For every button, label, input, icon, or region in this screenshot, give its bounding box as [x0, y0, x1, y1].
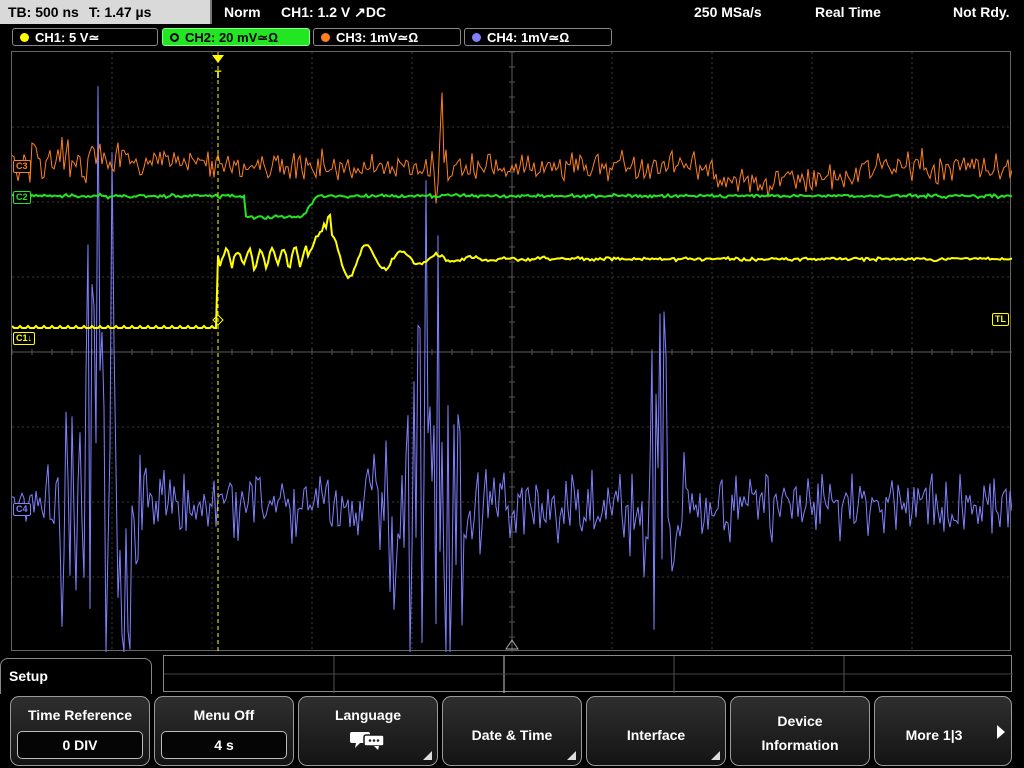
timebase-value: TB: 500 ns — [8, 4, 79, 20]
trigger-position-label: T — [215, 69, 222, 81]
arrow-right-icon — [997, 725, 1005, 739]
channel-1-marker[interactable]: C1↓ — [13, 332, 36, 345]
speech-bubbles-icon — [350, 732, 385, 750]
waveform-canvas: T — [12, 52, 1012, 652]
device-information-label: Device — [777, 713, 823, 729]
channel-1-dot-icon — [20, 33, 29, 42]
device-information-label-2: Information — [761, 737, 839, 753]
trigger-mode[interactable]: Norm — [224, 0, 261, 24]
time-reference-value[interactable]: 0 DIV — [17, 731, 143, 759]
channel-bar: CH1: 5 V≃ CH2: 20 mV≃Ω CH3: 1mV≃Ω CH4: 1… — [0, 26, 1024, 48]
date-time-softkey[interactable]: Date & Time — [442, 696, 582, 766]
channel-2-dot-icon — [170, 33, 179, 42]
horizontal-scale-strip — [163, 655, 1013, 693]
more-softkey[interactable]: More 1|3 — [874, 696, 1012, 766]
time-reference-label: Time Reference — [27, 707, 132, 723]
sample-rate: 250 MSa/s — [694, 4, 762, 20]
timebase-box[interactable]: TB: 500 ns T: 1.47 µs — [0, 0, 212, 24]
submenu-corner-icon — [423, 751, 432, 760]
channel-1-label: CH1: 5 V≃ — [35, 30, 100, 45]
acquisition-mode: Real Time — [815, 4, 881, 20]
channel-1-chip[interactable]: CH1: 5 V≃ — [12, 28, 158, 46]
channel-3-dot-icon — [321, 33, 330, 42]
channel-4-chip[interactable]: CH4: 1mV≃Ω — [464, 28, 612, 46]
channel-4-dot-icon — [472, 33, 481, 42]
waveform-display[interactable]: T C3 C2 C1↓ C4 TL — [11, 51, 1012, 652]
device-information-softkey[interactable]: Device Information — [730, 696, 870, 766]
menu-title: Setup — [0, 658, 152, 694]
menu-off-softkey[interactable]: Menu Off 4 s — [154, 696, 294, 766]
menu-off-value[interactable]: 4 s — [161, 731, 287, 759]
menu-off-label: Menu Off — [193, 707, 255, 723]
channel-3-marker[interactable]: C3 — [13, 160, 31, 173]
channel-2-label: CH2: 20 mV≃Ω — [185, 30, 279, 45]
softkey-menu: Setup Time Reference 0 DIV Menu Off 4 s … — [0, 655, 1024, 768]
time-position-value: T: 1.47 µs — [88, 4, 152, 20]
channel-2-chip[interactable]: CH2: 20 mV≃Ω — [162, 28, 310, 46]
trigger-marker-icon — [212, 55, 224, 63]
trigger-level-marker[interactable]: TL — [992, 313, 1009, 326]
channel-3-label: CH3: 1mV≃Ω — [336, 30, 419, 45]
interface-softkey[interactable]: Interface — [586, 696, 726, 766]
ready-status: Not Rdy. — [953, 4, 1010, 20]
channel-4-marker[interactable]: C4 — [13, 503, 31, 516]
channel-2-marker[interactable]: C2 — [13, 191, 31, 204]
interface-label: Interface — [626, 727, 686, 743]
submenu-corner-icon — [711, 751, 720, 760]
trigger-setting[interactable]: CH1: 1.2 V ↗DC — [281, 0, 386, 24]
scale-ticks — [164, 656, 1013, 693]
language-softkey[interactable]: Language — [298, 696, 438, 766]
language-label: Language — [334, 707, 402, 723]
date-time-label: Date & Time — [471, 727, 553, 743]
time-reference-softkey[interactable]: Time Reference 0 DIV — [10, 696, 150, 766]
channel-3-chip[interactable]: CH3: 1mV≃Ω — [313, 28, 461, 46]
more-label: More 1|3 — [905, 727, 963, 743]
channel-4-label: CH4: 1mV≃Ω — [487, 30, 570, 45]
status-bar: TB: 500 ns T: 1.47 µs Norm CH1: 1.2 V ↗DC… — [0, 0, 1024, 24]
submenu-corner-icon — [567, 751, 576, 760]
